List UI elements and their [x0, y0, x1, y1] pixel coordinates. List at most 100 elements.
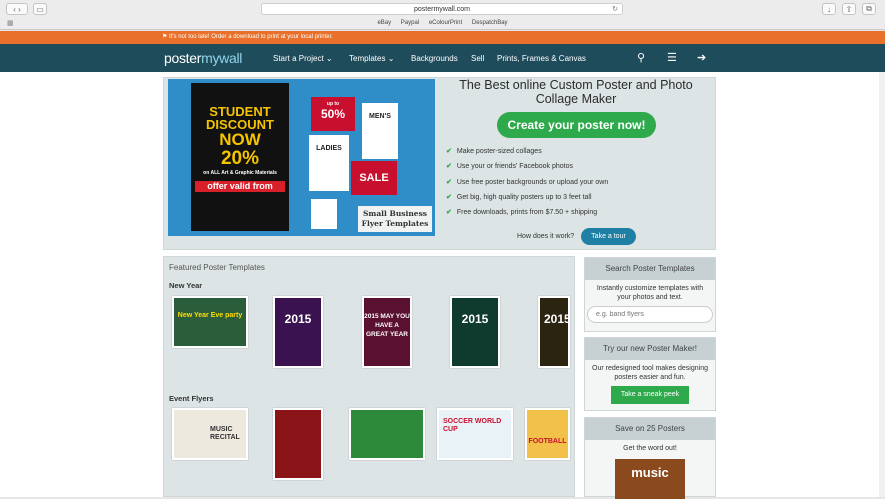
- chevron-down-icon: ⌄: [323, 54, 333, 63]
- nav-backgrounds[interactable]: Backgrounds: [411, 54, 458, 63]
- promo-banner[interactable]: ⚑ It's not too late! Order a download to…: [0, 31, 885, 44]
- how-it-works-label: How does it work?: [517, 233, 575, 240]
- template-thumb[interactable]: 2015: [450, 296, 500, 368]
- page-scrollbar[interactable]: [879, 72, 885, 497]
- bookmark[interactable]: eColourPrint: [429, 20, 462, 26]
- caption-text: Small Business: [362, 209, 428, 218]
- banner-text: It's not too late! Order a download to p…: [169, 34, 333, 40]
- section-event-flyers: Event Flyers: [169, 394, 214, 403]
- template-thumb[interactable]: 2015 MAY YOU HAVE A GREAT YEAR: [362, 296, 412, 368]
- poster-text: on ALL Art & Graphic Materials: [203, 170, 277, 176]
- browser-toolbar: ‹ › ▭ postermywall.com ↻ ↓ ⇧ ⧉ ▦ eBay Pay…: [0, 0, 885, 30]
- tag-text: SALE: [359, 172, 389, 184]
- thumb-text: 2015: [461, 312, 489, 326]
- search-templates-text: Instantly customize templates with your …: [596, 285, 704, 301]
- sneak-peek-button[interactable]: Take a sneak peek: [611, 386, 689, 404]
- nav-start-project[interactable]: Start a Project ⌄: [273, 54, 333, 63]
- poster-maker-box: Try our new Poster Maker! Our redesigned…: [584, 337, 716, 411]
- download-icon[interactable]: ↓: [822, 3, 836, 15]
- flag-icon: ⚑: [162, 34, 170, 40]
- tabs-icon[interactable]: ⧉: [862, 3, 876, 15]
- check-icon: ✔: [446, 194, 452, 201]
- template-thumb[interactable]: MUSIC RECITAL: [172, 408, 248, 460]
- check-icon: ✔: [446, 163, 452, 170]
- thumb-text: MUSIC RECITAL: [210, 426, 240, 441]
- feature-text: Use free poster backgrounds or upload yo…: [456, 179, 609, 186]
- poster-text: offer valid from: [195, 181, 285, 192]
- share-icon[interactable]: ⇧: [842, 3, 856, 15]
- thumb-text: 2015: [544, 312, 570, 326]
- back-forward-buttons[interactable]: ‹ ›: [6, 3, 28, 15]
- template-thumb[interactable]: FOOTBALL: [525, 408, 570, 460]
- feature-item: ✔ Get big, high quality posters up to 3 f…: [446, 193, 592, 201]
- save-posters-text: Get the word out!: [623, 445, 677, 452]
- thumb-text: New Year Eve party: [177, 312, 243, 319]
- feature-item: ✔ Use free poster backgrounds or upload y…: [446, 178, 608, 186]
- template-thumb[interactable]: [349, 408, 425, 460]
- search-icon[interactable]: ⚲: [637, 51, 645, 64]
- feature-item: ✔ Make poster-sized collages: [446, 147, 542, 155]
- site-logo[interactable]: postermywall: [164, 50, 242, 66]
- template-thumb[interactable]: [273, 408, 323, 480]
- featured-panel: [163, 256, 575, 497]
- sidebar-toggle-icon[interactable]: ▭: [33, 3, 47, 15]
- logo-part: poster: [164, 50, 202, 66]
- promo-image[interactable]: music: [615, 459, 685, 499]
- bookmark[interactable]: DespatchBay: [472, 20, 508, 26]
- feature-text: Get big, high quality posters up to 3 fe…: [456, 194, 592, 201]
- nav-label: Prints, Frames & Canvas: [497, 54, 586, 63]
- hero-title: The Best online Custom Poster and Photo …: [459, 78, 693, 106]
- poster-maker-header: Try our new Poster Maker!: [585, 338, 715, 360]
- search-templates-header: Search Poster Templates: [585, 258, 715, 280]
- check-icon: ✔: [446, 148, 452, 155]
- create-poster-button[interactable]: Create your poster now!: [497, 112, 656, 138]
- thumb-text: SOCCER WORLD CUP: [443, 418, 502, 433]
- sale-tag: up to 50%: [311, 97, 355, 131]
- feature-text: Use your or friends' Facebook photos: [456, 163, 573, 170]
- ladies-tag: LADIES: [309, 135, 349, 191]
- check-icon: ✔: [446, 179, 452, 186]
- nav-label: Sell: [471, 54, 485, 63]
- thumb-text: FOOTBALL: [528, 438, 567, 445]
- flyer-caption: Small Business Flyer Templates: [358, 206, 432, 232]
- template-thumb[interactable]: 2015: [273, 296, 323, 368]
- template-thumb[interactable]: 2015: [538, 296, 570, 368]
- sign-in-icon[interactable]: ➔: [697, 51, 706, 64]
- bookmark[interactable]: Paypal: [401, 20, 419, 26]
- tag-text: MEN'S: [369, 113, 391, 120]
- check-icon: ✔: [446, 209, 452, 216]
- section-new-year: New Year: [169, 281, 203, 290]
- mens-tag: MEN'S: [362, 103, 398, 159]
- thumb-text: 2015 MAY YOU HAVE A GREAT YEAR: [364, 313, 410, 338]
- take-tour-button[interactable]: Take a tour: [581, 228, 636, 245]
- tag-text: 50%: [320, 107, 346, 121]
- feature-text: Make poster-sized collages: [456, 148, 542, 155]
- student-discount-poster: STUDENT DISCOUNT NOW 20% on ALL Art & Gr…: [191, 83, 289, 231]
- nav-sell[interactable]: Sell: [471, 54, 484, 63]
- template-thumb[interactable]: SOCCER WORLD CUP: [437, 408, 513, 460]
- address-bar[interactable]: postermywall.com ↻: [261, 3, 623, 15]
- list-icon[interactable]: ☰: [667, 51, 677, 64]
- save-posters-box: Save on 25 Posters Get the word out! mus…: [584, 417, 716, 499]
- nav-label: Start a Project: [273, 54, 324, 63]
- promo-image-text: music: [631, 465, 669, 480]
- feature-item: ✔ Use your or friends' Facebook photos: [446, 162, 573, 170]
- bookmarks-bar: eBay Paypal eColourPrint DespatchBay: [0, 18, 885, 29]
- nav-templates[interactable]: Templates ⌄: [349, 54, 394, 63]
- hero-image[interactable]: STUDENT DISCOUNT NOW 20% on ALL Art & Gr…: [168, 79, 435, 236]
- nav-label: Backgrounds: [411, 54, 458, 63]
- flyer-thumb: [311, 199, 337, 229]
- nav-prints[interactable]: Prints, Frames & Canvas: [497, 54, 586, 63]
- bookmark[interactable]: eBay: [377, 20, 391, 26]
- featured-header: Featured Poster Templates: [169, 263, 265, 272]
- poster-maker-text: Our redesigned tool makes designing post…: [592, 365, 708, 381]
- sale-tag: SALE: [351, 161, 397, 195]
- reload-icon[interactable]: ↻: [612, 4, 618, 15]
- template-search-input[interactable]: [587, 306, 713, 323]
- chevron-down-icon: ⌄: [385, 54, 395, 63]
- feature-text: Free downloads, prints from $7.50 + ship…: [456, 209, 598, 216]
- thumb-text: 2015: [284, 312, 312, 326]
- template-thumb[interactable]: New Year Eve party: [172, 296, 248, 348]
- search-templates-box: Search Poster Templates Instantly custom…: [584, 257, 716, 332]
- logo-part: mywall: [201, 50, 243, 66]
